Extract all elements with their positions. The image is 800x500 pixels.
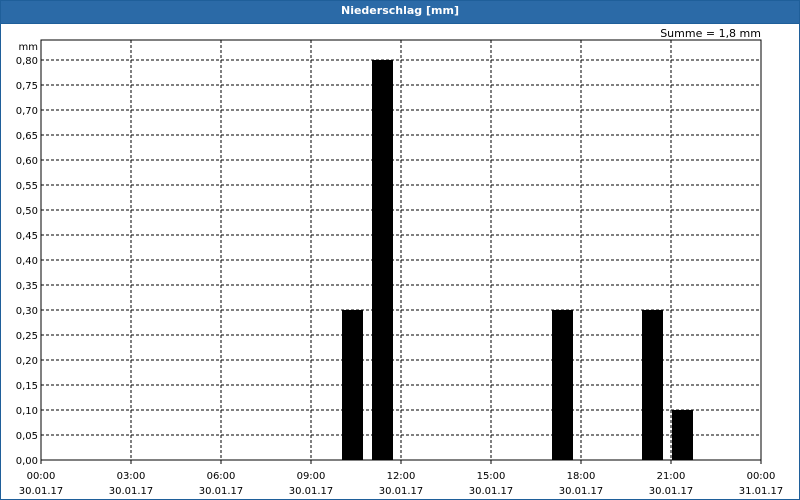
- precipitation-bar: [642, 310, 663, 460]
- y-tick-label: 0,05: [16, 431, 38, 442]
- x-tick-time: 09:00: [297, 471, 326, 482]
- x-tick-date: 30.01.17: [19, 486, 64, 497]
- y-tick-label: 0,35: [16, 281, 38, 292]
- x-tick-date: 31.01.17: [739, 486, 784, 497]
- y-tick-label: 0,20: [16, 356, 38, 367]
- y-tick-label: 0,70: [16, 106, 38, 117]
- x-tick-time: 00:00: [747, 471, 776, 482]
- x-tick-time: 15:00: [477, 471, 506, 482]
- y-tick-label: 0,65: [16, 131, 38, 142]
- x-tick-date: 30.01.17: [559, 486, 604, 497]
- precipitation-bar: [672, 410, 693, 460]
- x-tick-time: 21:00: [657, 471, 686, 482]
- y-tick-label: 0,10: [16, 406, 38, 417]
- y-tick-label: 0,30: [16, 306, 38, 317]
- y-tick-label: 0,25: [16, 331, 38, 342]
- y-tick-label: 0,45: [16, 231, 38, 242]
- y-tick-label: 0,00: [16, 456, 38, 467]
- y-tick-label: 0,55: [16, 181, 38, 192]
- y-tick-label: 0,80: [16, 56, 38, 67]
- precipitation-bar: [552, 310, 573, 460]
- x-tick-time: 00:00: [27, 471, 56, 482]
- x-tick-time: 06:00: [207, 471, 236, 482]
- x-tick-date: 30.01.17: [199, 486, 244, 497]
- x-tick-date: 30.01.17: [379, 486, 424, 497]
- x-tick-time: 18:00: [567, 471, 596, 482]
- x-tick-time: 12:00: [387, 471, 416, 482]
- x-tick-date: 30.01.17: [469, 486, 514, 497]
- y-tick-label: 0,75: [16, 81, 38, 92]
- y-tick-label: 0,60: [16, 156, 38, 167]
- y-tick-label: 0,40: [16, 256, 38, 267]
- x-tick-date: 30.01.17: [289, 486, 334, 497]
- y-axis-label: mm: [19, 42, 38, 53]
- y-tick-label: 0,15: [16, 381, 38, 392]
- precipitation-chart: 0,00 0,05 0,10 0,15 0,20 0,25 0,30 0,35 0,40 0,45…: [16, 39, 784, 497]
- x-tick-time: 03:00: [117, 471, 146, 482]
- x-tick-date: 30.01.17: [649, 486, 694, 497]
- x-tick-date: 30.01.17: [109, 486, 154, 497]
- y-tick-label: 0,50: [16, 206, 38, 217]
- precipitation-bar: [372, 60, 393, 460]
- precipitation-bar: [342, 310, 363, 460]
